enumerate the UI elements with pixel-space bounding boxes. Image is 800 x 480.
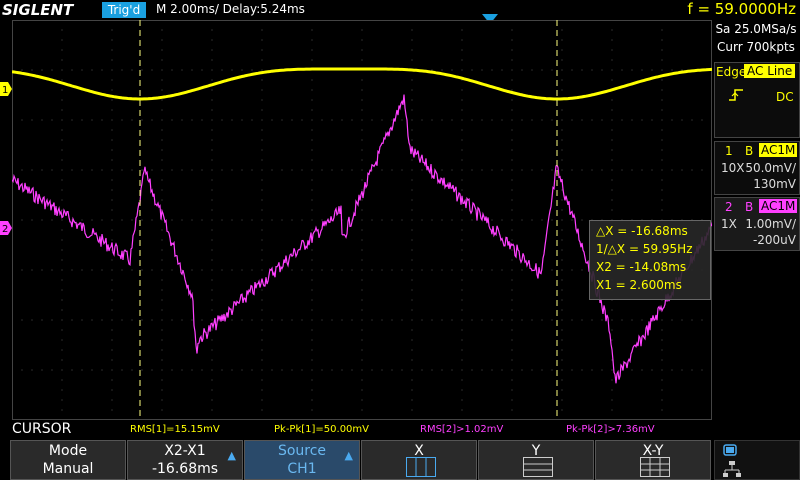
knob-adjust-icon: ▲ [344, 449, 353, 462]
svg-text:1: 1 [2, 85, 8, 96]
xy-cursor-softkey[interactable]: X-Y [595, 440, 711, 480]
cursor-inverse-delta-x: 1/△X = 59.95Hz [596, 242, 693, 256]
measurement-rms-ch2: RMS[2]>1.02mV [420, 424, 504, 435]
ch1-offset: 130mV [753, 177, 796, 191]
measurement-pkpk-ch1: Pk-Pk[1]=50.00mV [274, 424, 370, 435]
battery-icon [723, 444, 737, 456]
memory-depth: Curr 700kpts [717, 40, 795, 54]
x2-x1-softkey[interactable]: X2-X1 -16.68ms ▲ [127, 440, 243, 480]
rising-edge-icon [729, 89, 743, 101]
xy-cursor-icon [640, 457, 670, 477]
mode-softkey-value: Manual [42, 461, 94, 477]
ch1-coupling: AC1M [759, 143, 798, 157]
timebase-readout[interactable]: M 2.00ms/ Delay:5.24ms [156, 2, 305, 16]
cursor-x1-value: X1 = 2.600ms [596, 278, 682, 292]
trigger-coupling: DC [776, 90, 794, 104]
ch1-level-marker-icon[interactable]: 1 [0, 82, 12, 96]
measurement-rms-ch1: RMS[1]=15.15mV [130, 424, 220, 435]
source-softkey-value: CH1 [287, 461, 317, 477]
ch1-settings-panel[interactable]: 1 B AC1M 10X 50.0mV/ 130mV [714, 141, 800, 195]
trigger-status-badge: Trig'd [102, 2, 146, 18]
status-icons-area [714, 440, 800, 480]
menu-title: CURSOR [12, 421, 72, 437]
ch1-bw-limit: B [745, 144, 754, 158]
sample-rate: Sa 25.0MSa/s [715, 22, 797, 36]
y-cursor-softkey[interactable]: Y [478, 440, 594, 480]
y-cursor-icon [523, 457, 553, 477]
x2-x1-softkey-value: -16.68ms [151, 461, 219, 477]
svg-text:2: 2 [2, 224, 8, 235]
mode-softkey[interactable]: Mode Manual [10, 440, 126, 480]
ch1-vdiv: 50.0mV/ [745, 161, 796, 175]
cursor-delta-x: △X = -16.68ms [596, 224, 688, 238]
cursor-x2-value: X2 = -14.08ms [596, 260, 687, 274]
cursor-readout-box: △X = -16.68ms 1/△X = 59.95Hz X2 = -14.08… [589, 220, 711, 300]
ch2-number: 2 [725, 200, 733, 214]
frequency-counter: f = 59.0000Hz [687, 0, 796, 18]
source-softkey[interactable]: Source CH1 ▲ [244, 440, 360, 480]
ch1-number: 1 [725, 144, 733, 158]
ch2-settings-panel[interactable]: 2 B AC1M 1X 1.00mV/ -200uV [714, 197, 800, 251]
ch2-coupling: AC1M [759, 199, 798, 213]
source-softkey-title: Source [277, 443, 327, 459]
x-cursor-softkey[interactable]: X [361, 440, 477, 480]
ch2-level-marker-icon[interactable]: 2 [0, 221, 12, 235]
trigger-type: Edge [716, 65, 747, 79]
ch1-probe: 10X [721, 161, 745, 175]
mode-softkey-title: Mode [48, 443, 88, 459]
ch2-vdiv: 1.00mV/ [745, 217, 796, 231]
network-icon [723, 461, 741, 477]
measurement-pkpk-ch2: Pk-Pk[2]>7.36mV [566, 424, 655, 435]
trigger-source: AC Line [744, 64, 796, 78]
ch2-offset: -200uV [752, 233, 796, 247]
x-cursor-icon [406, 457, 436, 477]
knob-adjust-icon: ▲ [227, 449, 236, 462]
brand-logo: SIGLENT [2, 1, 74, 19]
x2-x1-softkey-title: X2-X1 [164, 443, 206, 459]
ch2-probe: 1X [721, 217, 737, 231]
ch2-bw-limit: B [745, 200, 754, 214]
